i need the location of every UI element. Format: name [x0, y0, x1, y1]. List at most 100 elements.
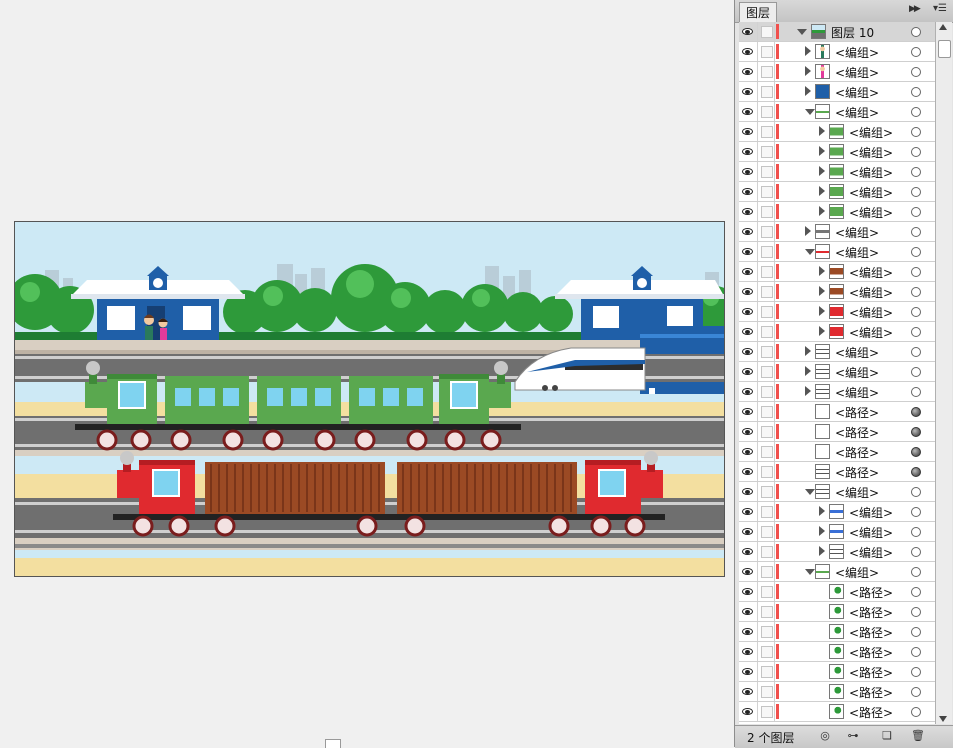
- visibility-toggle[interactable]: [739, 542, 758, 561]
- layer-name[interactable]: <编组>: [849, 144, 893, 161]
- target-icon[interactable]: [911, 127, 921, 137]
- target-icon[interactable]: [911, 407, 921, 417]
- target-icon[interactable]: [911, 107, 921, 117]
- layer-row[interactable]: <编组>: [739, 302, 935, 322]
- layer-name[interactable]: <编组>: [835, 564, 879, 581]
- layer-row[interactable]: <编组>: [739, 122, 935, 142]
- expanded-triangle-icon[interactable]: [805, 109, 815, 115]
- layer-row[interactable]: <编组>: [739, 182, 935, 202]
- visibility-toggle[interactable]: [739, 462, 758, 481]
- layer-row[interactable]: <编组>: [739, 522, 935, 542]
- collapsed-triangle-icon[interactable]: [819, 206, 825, 216]
- layer-name[interactable]: <编组>: [849, 264, 893, 281]
- layer-row[interactable]: <编组>: [739, 322, 935, 342]
- lock-toggle[interactable]: [758, 642, 775, 661]
- lock-toggle[interactable]: [758, 582, 775, 601]
- target-icon[interactable]: [911, 547, 921, 557]
- layer-row[interactable]: <路径>: [739, 682, 935, 702]
- layer-name[interactable]: <编组>: [849, 524, 893, 541]
- layer-row[interactable]: <编组>: [739, 162, 935, 182]
- layer-name[interactable]: <编组>: [849, 124, 893, 141]
- target-icon[interactable]: [911, 627, 921, 637]
- lock-toggle[interactable]: [758, 402, 775, 421]
- visibility-toggle[interactable]: [739, 162, 758, 181]
- lock-toggle[interactable]: [758, 202, 775, 221]
- target-icon[interactable]: [911, 287, 921, 297]
- lock-toggle[interactable]: [758, 242, 775, 261]
- lock-toggle[interactable]: [758, 302, 775, 321]
- lock-toggle[interactable]: [758, 82, 775, 101]
- lock-toggle[interactable]: [758, 342, 775, 361]
- lock-toggle[interactable]: [758, 422, 775, 441]
- layer-name[interactable]: <路径>: [849, 644, 893, 661]
- expanded-triangle-icon[interactable]: [797, 29, 807, 35]
- layer-name[interactable]: <编组>: [849, 324, 893, 341]
- target-icon[interactable]: [911, 67, 921, 77]
- layer-name[interactable]: <编组>: [849, 164, 893, 181]
- layer-row[interactable]: <编组>: [739, 342, 935, 362]
- lock-toggle[interactable]: [758, 622, 775, 641]
- layer-name[interactable]: <编组>: [835, 344, 879, 361]
- layer-row[interactable]: <路径>: [739, 402, 935, 422]
- visibility-toggle[interactable]: [739, 222, 758, 241]
- visibility-toggle[interactable]: [739, 642, 758, 661]
- target-icon[interactable]: [911, 687, 921, 697]
- visibility-toggle[interactable]: [739, 402, 758, 421]
- collapsed-triangle-icon[interactable]: [805, 46, 811, 56]
- layer-name[interactable]: <路径>: [835, 464, 879, 481]
- layer-name[interactable]: <编组>: [835, 484, 879, 501]
- expanded-triangle-icon[interactable]: [805, 489, 815, 495]
- collapsed-triangle-icon[interactable]: [805, 346, 811, 356]
- layer-name[interactable]: <编组>: [835, 364, 879, 381]
- target-icon[interactable]: [911, 507, 921, 517]
- lock-toggle[interactable]: [758, 702, 775, 721]
- layer-row[interactable]: <编组>: [739, 282, 935, 302]
- visibility-toggle[interactable]: [739, 442, 758, 461]
- visibility-toggle[interactable]: [739, 82, 758, 101]
- visibility-toggle[interactable]: [739, 622, 758, 641]
- collapsed-triangle-icon[interactable]: [819, 546, 825, 556]
- layer-name[interactable]: <路径>: [849, 664, 893, 681]
- target-icon[interactable]: [911, 87, 921, 97]
- layer-name[interactable]: <编组>: [835, 384, 879, 401]
- layer-row[interactable]: <编组>: [739, 202, 935, 222]
- visibility-toggle[interactable]: [739, 262, 758, 281]
- layer-name[interactable]: <编组>: [849, 184, 893, 201]
- layer-row[interactable]: <编组>: [739, 482, 935, 502]
- target-icon[interactable]: [911, 607, 921, 617]
- layer-row[interactable]: <编组>: [739, 62, 935, 82]
- train-station-illustration[interactable]: [15, 222, 724, 576]
- collapsed-triangle-icon[interactable]: [819, 306, 825, 316]
- lock-toggle[interactable]: [758, 22, 775, 41]
- collapsed-triangle-icon[interactable]: [805, 66, 811, 76]
- lock-toggle[interactable]: [758, 222, 775, 241]
- lock-toggle[interactable]: [758, 482, 775, 501]
- target-icon[interactable]: [911, 387, 921, 397]
- layer-name[interactable]: <编组>: [849, 504, 893, 521]
- scroll-thumb[interactable]: [938, 40, 951, 58]
- layer-row[interactable]: <编组>: [739, 562, 935, 582]
- collapsed-triangle-icon[interactable]: [805, 226, 811, 236]
- layer-row[interactable]: <编组>: [739, 362, 935, 382]
- tab-layers[interactable]: 图层: [739, 2, 778, 23]
- layer-row[interactable]: <编组>: [739, 82, 935, 102]
- visibility-toggle[interactable]: [739, 582, 758, 601]
- layer-row[interactable]: <路径>: [739, 702, 935, 722]
- collapsed-triangle-icon[interactable]: [805, 366, 811, 376]
- layer-row[interactable]: <路径>: [739, 462, 935, 482]
- visibility-toggle[interactable]: [739, 662, 758, 681]
- lock-toggle[interactable]: [758, 522, 775, 541]
- lock-toggle[interactable]: [758, 282, 775, 301]
- target-icon[interactable]: [911, 667, 921, 677]
- collapsed-triangle-icon[interactable]: [819, 506, 825, 516]
- expanded-triangle-icon[interactable]: [805, 249, 815, 255]
- collapsed-triangle-icon[interactable]: [819, 186, 825, 196]
- layer-name[interactable]: <路径>: [849, 604, 893, 621]
- visibility-toggle[interactable]: [739, 42, 758, 61]
- lock-toggle[interactable]: [758, 462, 775, 481]
- lock-toggle[interactable]: [758, 162, 775, 181]
- target-icon[interactable]: [911, 27, 921, 37]
- layer-row[interactable]: <编组>: [739, 262, 935, 282]
- visibility-toggle[interactable]: [739, 202, 758, 221]
- target-icon[interactable]: [911, 567, 921, 577]
